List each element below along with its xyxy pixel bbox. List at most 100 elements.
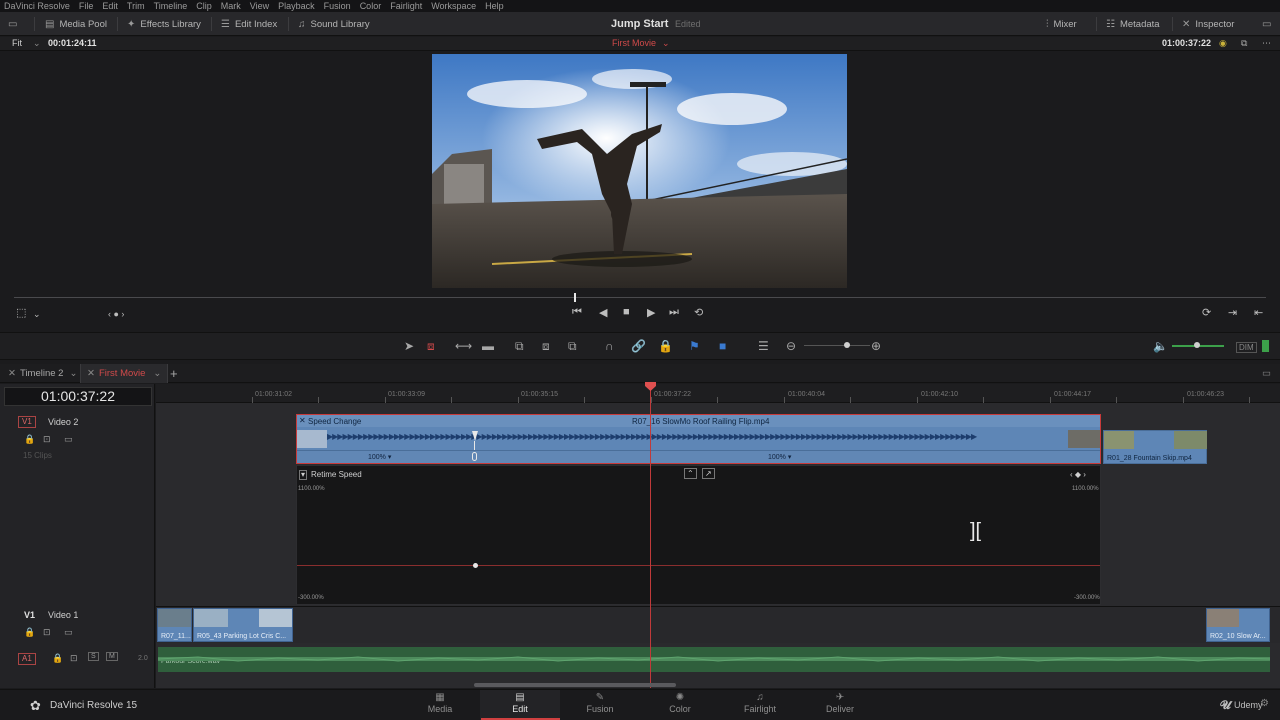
lock-icon[interactable]: 🔒 bbox=[24, 434, 35, 445]
solo-button[interactable]: S bbox=[88, 652, 99, 661]
menu-playback[interactable]: Playback bbox=[278, 1, 315, 11]
add-timeline-tab-button[interactable]: + bbox=[164, 364, 184, 383]
viewer-scrubber[interactable] bbox=[14, 297, 1266, 298]
selection-mode-icon[interactable]: ➤ bbox=[404, 339, 414, 353]
stop-button[interactable]: ■ bbox=[623, 306, 630, 318]
menu-timeline[interactable]: Timeline bbox=[154, 1, 188, 11]
mark-in-button[interactable]: ⇥ bbox=[1228, 306, 1237, 319]
blade-edit-icon[interactable]: ▬ bbox=[482, 339, 494, 353]
menu-app[interactable]: DaVinci Resolve bbox=[4, 1, 70, 11]
track-badge-a1[interactable]: A1 bbox=[18, 653, 36, 665]
scrubber-playhead[interactable] bbox=[574, 293, 576, 302]
lock-icon[interactable]: 🔒 bbox=[52, 653, 63, 664]
position-lock-icon[interactable]: 🔒 bbox=[658, 339, 673, 353]
go-to-start-button[interactable]: ⏮ bbox=[572, 306, 582, 319]
speed-left-label[interactable]: 100% ▾ bbox=[368, 453, 391, 461]
auto-select-icon[interactable]: ⊡ bbox=[43, 627, 51, 638]
settings-gear-icon[interactable]: ⚙ bbox=[1260, 698, 1269, 709]
proxy-icon[interactable]: ◉ bbox=[1219, 38, 1227, 49]
auto-select-icon[interactable]: ⊡ bbox=[70, 653, 78, 664]
overwrite-clip-icon[interactable]: ⧈ bbox=[542, 339, 550, 354]
close-icon[interactable]: ✕ bbox=[8, 368, 16, 379]
curve-toggle-icon[interactable]: ⌃ bbox=[684, 468, 697, 479]
match-frame-icon[interactable]: ⟳ bbox=[1202, 306, 1211, 319]
jog-control[interactable]: ‹ ● › bbox=[108, 309, 124, 319]
timeline-playhead[interactable] bbox=[650, 386, 651, 688]
panel-toggle-right-button[interactable]: ▭ bbox=[1262, 12, 1276, 36]
replace-clip-icon[interactable]: ⧉ bbox=[568, 339, 577, 354]
keyframe-nav-icon[interactable]: ‹ ◆ › bbox=[1070, 470, 1086, 479]
menu-file[interactable]: File bbox=[79, 1, 94, 11]
menu-clip[interactable]: Clip bbox=[196, 1, 212, 11]
panel-toggle-button[interactable]: ▭ bbox=[8, 12, 22, 36]
retime-dropdown-icon[interactable]: ▾ bbox=[299, 470, 308, 480]
menu-workspace[interactable]: Workspace bbox=[431, 1, 476, 11]
page-media[interactable]: ▦ Media bbox=[400, 690, 480, 720]
viewer-type-icon[interactable]: ⬚ bbox=[16, 306, 26, 319]
trim-mode-icon[interactable]: ⧈ bbox=[427, 339, 435, 354]
speed-right-label[interactable]: 100% ▾ bbox=[768, 453, 791, 461]
inspector-button[interactable]: ✕ Inspector bbox=[1182, 12, 1234, 36]
linked-selection-icon[interactable]: 🔗 bbox=[631, 339, 646, 353]
mark-out-button[interactable]: ⇤ bbox=[1254, 306, 1263, 319]
chevron-down-icon[interactable]: ⌄ bbox=[153, 368, 161, 379]
insert-clip-icon[interactable]: ⧉ bbox=[515, 339, 524, 354]
timeline-clip[interactable]: R02_10 Slow Ar... bbox=[1206, 608, 1270, 642]
marker-icon[interactable]: ■ bbox=[719, 339, 726, 353]
effects-library-button[interactable]: ✦ Effects Library bbox=[127, 12, 201, 36]
playhead-handle[interactable] bbox=[645, 382, 656, 391]
metadata-button[interactable]: ☷ Metadata bbox=[1106, 12, 1160, 36]
page-fusion[interactable]: ✎ Fusion bbox=[560, 690, 640, 720]
zoom-slider[interactable] bbox=[804, 345, 870, 346]
track-badge-v2[interactable]: V1 bbox=[18, 416, 36, 428]
close-icon[interactable]: ✕ bbox=[87, 368, 95, 379]
play-reverse-button[interactable]: ◀ bbox=[599, 306, 607, 319]
menu-trim[interactable]: Trim bbox=[127, 1, 145, 11]
timeline-name[interactable]: First Movie bbox=[612, 38, 656, 48]
loop-button[interactable]: ⟲ bbox=[694, 306, 703, 319]
timeline-clip[interactable]: R05_43 Parking Lot Cris C... bbox=[193, 608, 293, 642]
dynamic-trim-icon[interactable]: ⟷ bbox=[455, 339, 472, 353]
speed-point-knob[interactable] bbox=[472, 452, 477, 461]
zoom-slider-handle[interactable] bbox=[844, 342, 850, 348]
dual-viewer-icon[interactable]: ⧉ bbox=[1241, 38, 1247, 49]
edit-index-button[interactable]: ☰ Edit Index bbox=[221, 12, 277, 36]
mute-button[interactable]: M bbox=[106, 652, 118, 661]
lock-icon[interactable]: 🔒 bbox=[24, 627, 35, 638]
tab-timeline-2[interactable]: ✕ Timeline 2 ⌄ bbox=[2, 364, 83, 383]
chevron-down-icon[interactable]: ⌄ bbox=[33, 309, 41, 320]
menu-color[interactable]: Color bbox=[360, 1, 382, 11]
track-badge-v1[interactable]: V1 bbox=[24, 610, 35, 620]
menu-mark[interactable]: Mark bbox=[221, 1, 241, 11]
retime-curve[interactable] bbox=[297, 565, 1100, 566]
timeline-clip[interactable]: R07_11... bbox=[157, 608, 192, 642]
timeline-clip[interactable]: R01_28 Fountain Skip.mp4 bbox=[1103, 430, 1207, 464]
tab-first-movie[interactable]: ✕ First Movie ⌄ bbox=[80, 364, 169, 383]
zoom-select[interactable]: Fit bbox=[12, 38, 22, 48]
snapping-icon[interactable]: ∩ bbox=[605, 339, 614, 353]
retime-keyframe[interactable] bbox=[473, 563, 478, 568]
disable-track-icon[interactable]: ▭ bbox=[64, 627, 73, 638]
menu-help[interactable]: Help bbox=[485, 1, 504, 11]
disable-track-icon[interactable]: ▭ bbox=[64, 434, 73, 445]
expand-timeline-icon[interactable]: ▭ bbox=[1256, 364, 1277, 383]
auto-select-icon[interactable]: ⊡ bbox=[43, 434, 51, 445]
mixer-button[interactable]: ⫶ Mixer bbox=[1046, 12, 1077, 36]
page-edit[interactable]: ▤ Edit bbox=[480, 690, 560, 720]
zoom-in-icon[interactable]: ⊕ bbox=[871, 339, 881, 353]
go-to-end-button[interactable]: ⏭ bbox=[669, 306, 679, 319]
curve-edit-icon[interactable]: ↗ bbox=[702, 468, 715, 479]
chevron-down-icon[interactable]: ⌄ bbox=[69, 368, 77, 379]
timeline-timecode[interactable]: 01:00:37:22 bbox=[4, 387, 152, 406]
chevron-down-icon[interactable]: ⌄ bbox=[662, 38, 670, 49]
page-color[interactable]: ✺ Color bbox=[640, 690, 720, 720]
menu-fusion[interactable]: Fusion bbox=[324, 1, 351, 11]
more-options-icon[interactable]: ⋯ bbox=[1262, 38, 1271, 49]
flag-icon[interactable]: ⚑ bbox=[689, 339, 700, 353]
chevron-down-icon[interactable]: ⌄ bbox=[33, 38, 41, 49]
zoom-out-icon[interactable]: ⊖ bbox=[786, 339, 796, 353]
volume-icon[interactable]: 🔈 bbox=[1153, 339, 1168, 353]
page-deliver[interactable]: ✈ Deliver bbox=[800, 690, 880, 720]
play-button[interactable]: ▶ bbox=[647, 306, 655, 319]
timeline-horizontal-scrollbar[interactable] bbox=[474, 683, 676, 687]
